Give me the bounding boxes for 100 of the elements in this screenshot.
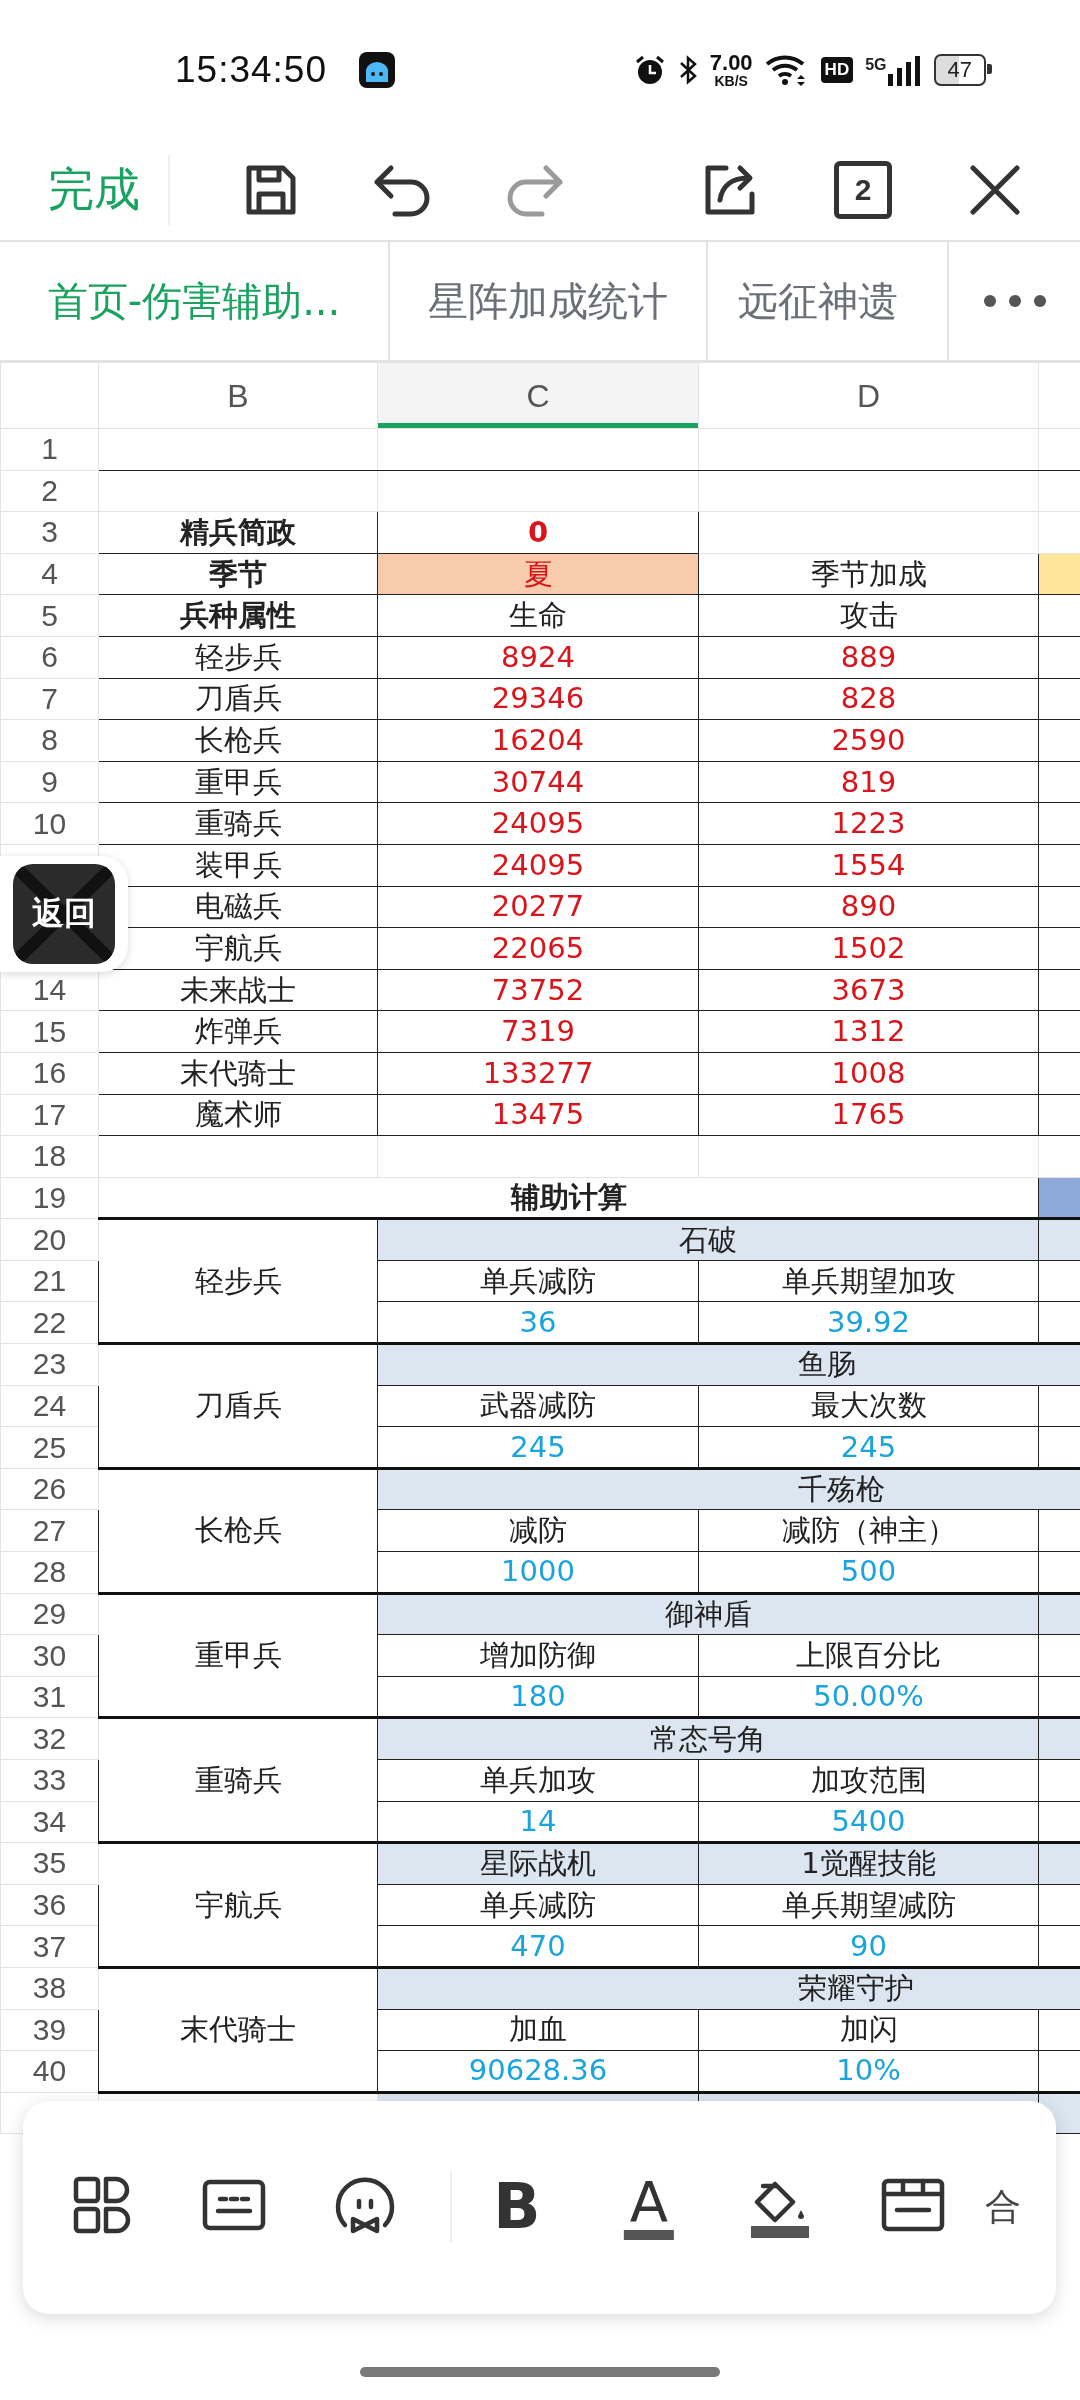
signal-icon [887, 54, 922, 86]
row-number: 15 [0, 1010, 99, 1053]
table-cell: 29346 [377, 678, 699, 720]
hd-badge: HD [820, 57, 854, 83]
row-number: 39 [0, 2009, 99, 2051]
table-cell: 加闪 [698, 2009, 1039, 2051]
table-cell: 轻步兵 [98, 636, 378, 679]
table-cell: 16204 [377, 719, 699, 762]
table-cell: 1223 [698, 802, 1039, 845]
table-cell: 单兵期望加攻 [698, 1260, 1039, 1302]
row-number: 17 [0, 1094, 99, 1136]
table-cell: 13475 [377, 1094, 699, 1136]
emoji-icon[interactable] [335, 2175, 395, 2235]
table-cell: 1765 [698, 1094, 1039, 1136]
table-cell: 819 [698, 761, 1039, 803]
table-cell: 宇航兵 [98, 1842, 378, 1968]
table-cell: 重骑兵 [98, 802, 378, 845]
table-cell: 30744 [377, 761, 699, 803]
table-cell: 鱼肠 [377, 1343, 1080, 1386]
table-cell: 长枪兵 [98, 1468, 378, 1594]
table-cell: 魔术师 [98, 1094, 378, 1136]
row-number: 8 [0, 719, 99, 762]
sheet-tab[interactable]: 星阵加成统计 [390, 242, 708, 360]
table-cell: 上限百分比 [698, 1634, 1039, 1677]
table-cell [1038, 1218, 1080, 1261]
table-cell: 单兵期望减防 [698, 1884, 1039, 1926]
table-cell: 1502 [698, 927, 1039, 970]
merge-label[interactable]: 合 [985, 2185, 1021, 2227]
table-cell: 0 [377, 511, 699, 554]
row-number: 25 [0, 1426, 99, 1469]
table-cell: 重骑兵 [98, 1717, 378, 1843]
row-number: 6 [0, 636, 99, 679]
table-cell [1038, 1717, 1080, 1760]
row-number: 21 [0, 1260, 99, 1302]
table-cell: 890 [698, 886, 1039, 928]
table-cell: 重甲兵 [98, 1593, 378, 1718]
table-cell: 1觉醒技能 [698, 1842, 1039, 1885]
table-cell: 24095 [377, 844, 699, 887]
row-number: 38 [0, 1967, 99, 2010]
table-cell: 20277 [377, 886, 699, 928]
close-icon[interactable] [967, 162, 1023, 218]
speed-unit: KB/S [714, 74, 748, 88]
table-cell: 石破 [377, 1218, 1039, 1261]
table-cell: 133277 [377, 1052, 699, 1094]
table-cell: 1312 [698, 1010, 1039, 1053]
column-header[interactable]: D [698, 362, 1039, 429]
table-cell: 季节 [98, 553, 378, 595]
font-color-button[interactable]: A [623, 2174, 675, 2240]
table-cell: 末代骑士 [98, 1967, 378, 2093]
row-number: 9 [0, 761, 99, 803]
table-cell: 最大次数 [698, 1385, 1039, 1427]
table-cell: 增加防御 [377, 1634, 699, 1677]
row-number: 1 [0, 428, 99, 471]
table-cell: 末代骑士 [98, 1052, 378, 1094]
table-cell: 7319 [377, 1010, 699, 1053]
network-speed: 7.00 [709, 52, 753, 74]
row-number: 36 [0, 1884, 99, 1926]
table-cell: 生命 [377, 594, 699, 637]
row-number: 16 [0, 1052, 99, 1094]
table-cell: 星际战机 [377, 1842, 699, 1885]
row-number: 22 [0, 1301, 99, 1344]
back-button[interactable]: 返回 [13, 864, 115, 964]
app-icon [359, 52, 396, 88]
table-cell: 单兵减防 [377, 1260, 699, 1302]
table-cell: 73752 [377, 969, 699, 1011]
table-cell: 减防 [377, 1509, 699, 1552]
row-number: 34 [0, 1801, 99, 1843]
column-header[interactable]: C [377, 362, 699, 429]
more-icon[interactable] [982, 294, 1047, 308]
table-cell: 重甲兵 [98, 761, 378, 803]
table-cell: 炸弹兵 [98, 1010, 378, 1053]
table-cell: 季节加成 [698, 553, 1039, 595]
sheet-tab[interactable]: 远征神遗 [708, 242, 947, 360]
row-number: 18 [0, 1135, 99, 1178]
row-number: 30 [0, 1634, 99, 1677]
row-number: 32 [0, 1717, 99, 1760]
table-cell: 御神盾 [377, 1593, 1039, 1635]
layout-icon[interactable] [72, 2175, 132, 2235]
keyboard-icon[interactable] [202, 2179, 266, 2231]
crossed-swords-icon [13, 864, 115, 964]
table-cell: 常态号角 [377, 1717, 1039, 1760]
table-cell: 加血 [377, 2009, 699, 2051]
table-cell: 精兵简政 [98, 511, 378, 554]
table-cell: 千殇枪 [377, 1468, 1080, 1510]
table-cell: 长枪兵 [98, 719, 378, 762]
table-cell: 荣耀守护 [377, 1967, 1080, 2010]
row-number: 37 [0, 1925, 99, 1968]
window-count-button[interactable]: 2 [834, 161, 892, 219]
row-number: 31 [0, 1676, 99, 1718]
table-cell: 2590 [698, 719, 1039, 762]
bold-button[interactable]: B [493, 2176, 541, 2238]
table-cell: 夏 [377, 553, 699, 595]
row-number: 7 [0, 678, 99, 720]
row-number: 40 [0, 2050, 99, 2093]
table-cell: 单兵加攻 [377, 1759, 699, 1802]
table-cell: 轻步兵 [98, 1218, 378, 1344]
column-header[interactable]: B [98, 362, 378, 429]
row-number: 27 [0, 1509, 99, 1552]
table-border-icon[interactable] [881, 2178, 945, 2232]
table-cell [1038, 1842, 1080, 1885]
